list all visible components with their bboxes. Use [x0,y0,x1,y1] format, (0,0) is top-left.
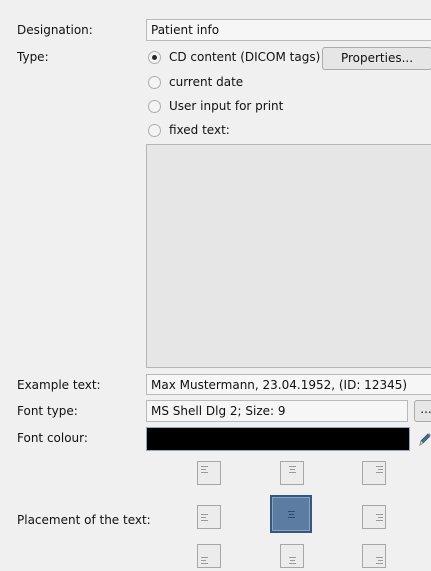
align-bottom-left-button[interactable] [197,544,221,568]
fixed-text-area[interactable] [146,144,431,368]
align-middle-left-button[interactable] [197,505,221,529]
font-type-field: MS Shell Dlg 2; Size: 9 [146,400,408,422]
font-colour-label: Font colour: [17,431,88,445]
align-top-left-button[interactable] [197,461,221,485]
placement-label: Placement of the text: [17,513,151,527]
radio-fixed-text[interactable]: fixed text: [148,121,230,139]
radio-current-date-label: current date [169,75,244,89]
radio-button[interactable] [148,123,161,137]
align-middle-right-button[interactable] [362,505,386,529]
radio-cd-content-label: CD content (DICOM tags) [169,50,321,64]
align-top-right-button[interactable] [362,461,386,485]
align-top-center-button[interactable] [280,461,304,485]
radio-user-input[interactable]: User input for print [148,97,283,115]
example-text-field: Max Mustermann, 23.04.1952, (ID: 12345) [146,374,431,395]
radio-fixed-text-label: fixed text: [169,123,230,137]
align-middle-center-button[interactable] [270,495,312,533]
designation-input[interactable]: Patient info [146,19,431,41]
font-browse-button[interactable]: ... [414,400,431,422]
radio-button-checked[interactable] [148,50,161,64]
radio-button[interactable] [148,99,161,113]
font-colour-swatch[interactable] [146,427,410,451]
radio-current-date[interactable]: current date [148,73,243,91]
align-bottom-right-button[interactable] [362,544,386,568]
pencil-icon[interactable] [418,431,431,447]
radio-cd-content[interactable]: CD content (DICOM tags) [148,48,320,66]
font-type-label: Font type: [17,404,78,418]
align-bottom-center-button[interactable] [280,544,304,568]
radio-user-input-label: User input for print [169,99,284,113]
properties-button[interactable]: Properties... [322,47,431,70]
example-text-label: Example text: [17,378,101,392]
designation-label: Designation: [17,23,93,37]
type-label: Type: [17,50,49,64]
radio-button[interactable] [148,75,161,89]
